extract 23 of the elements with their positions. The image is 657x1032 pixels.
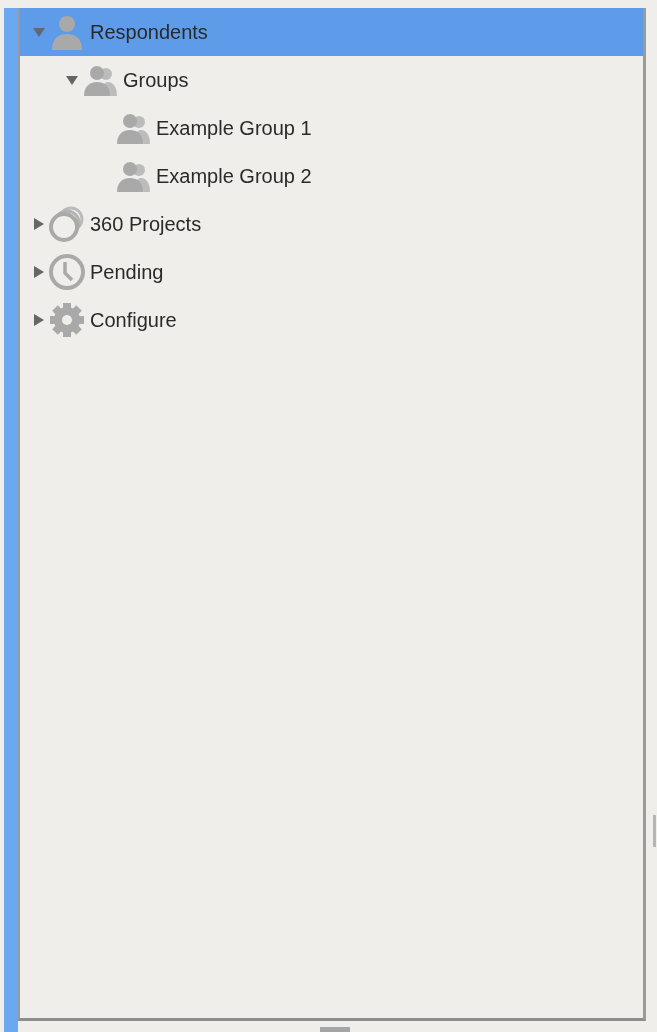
- item-label: Example Group 1: [156, 116, 312, 140]
- item-label: Configure: [90, 308, 177, 332]
- tree-item[interactable]: Configure: [20, 296, 643, 344]
- expand-arrow-icon[interactable]: [32, 217, 46, 231]
- collapse-arrow-icon[interactable]: [65, 73, 79, 87]
- tree-item[interactable]: Groups: [20, 56, 643, 104]
- expand-arrow-icon[interactable]: [32, 313, 46, 327]
- rings-icon: [48, 205, 86, 243]
- scrollbar-thumb[interactable]: [653, 815, 656, 847]
- gear-icon: [48, 301, 86, 339]
- item-label: Example Group 2: [156, 164, 312, 188]
- item-label: 360 Projects: [90, 212, 202, 236]
- tree-item[interactable]: Example Group 2: [20, 152, 643, 200]
- item-label: Respondents: [90, 20, 208, 44]
- tree-item[interactable]: 360 Projects: [20, 200, 643, 248]
- item-label: Groups: [123, 68, 189, 92]
- splitter-handle[interactable]: [320, 1027, 350, 1032]
- tree-item[interactable]: Respondents: [20, 8, 643, 56]
- clock-icon: [48, 253, 86, 291]
- tree-item[interactable]: Pending: [20, 248, 643, 296]
- expand-arrow-icon[interactable]: [32, 265, 46, 279]
- tree-item[interactable]: Example Group 1: [20, 104, 643, 152]
- item-label: Pending: [90, 260, 164, 284]
